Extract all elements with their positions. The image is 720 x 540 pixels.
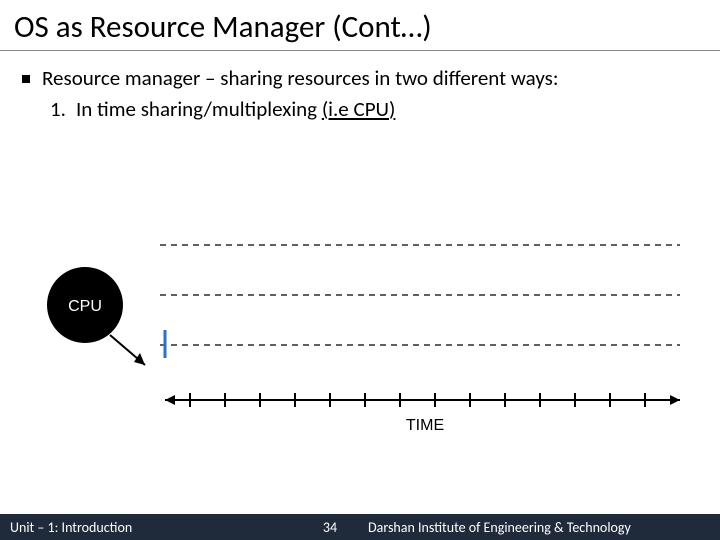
time-multiplex-diagram: CPU TIME [30,190,690,450]
footer-right: Darshan Institute of Engineering & Techn… [360,519,720,536]
slide: OS as Resource Manager (Cont…) Resource … [0,0,720,540]
sub-bullet-item: 1. In time sharing/multiplexing (i.e CPU… [50,96,698,122]
slide-title: OS as Resource Manager (Cont…) [0,0,720,51]
cpu-label: CPU [68,298,102,315]
sub-bullet-text: In time sharing/multiplexing (i.e CPU) [76,96,395,122]
sub-bullet-number: 1. [50,96,66,122]
footer-left: Unit – 1: Introduction [0,519,300,536]
time-label: TIME [406,417,444,434]
bullet-text: Resource manager – sharing resources in … [42,65,559,92]
sub-text-plain: In time sharing/multiplexing [76,96,322,122]
bullet-item: Resource manager – sharing resources in … [22,65,698,92]
arrow-head-icon [134,353,145,365]
content-area: Resource manager – sharing resources in … [0,51,720,122]
time-arrow-right-icon [670,395,680,405]
footer-page-number: 34 [300,519,360,536]
footer-bar: Unit – 1: Introduction 34 Darshan Instit… [0,514,720,540]
time-arrow-left-icon [165,395,175,405]
sub-text-underline: (i.e CPU) [322,96,396,122]
bullet-square-icon [22,75,30,83]
